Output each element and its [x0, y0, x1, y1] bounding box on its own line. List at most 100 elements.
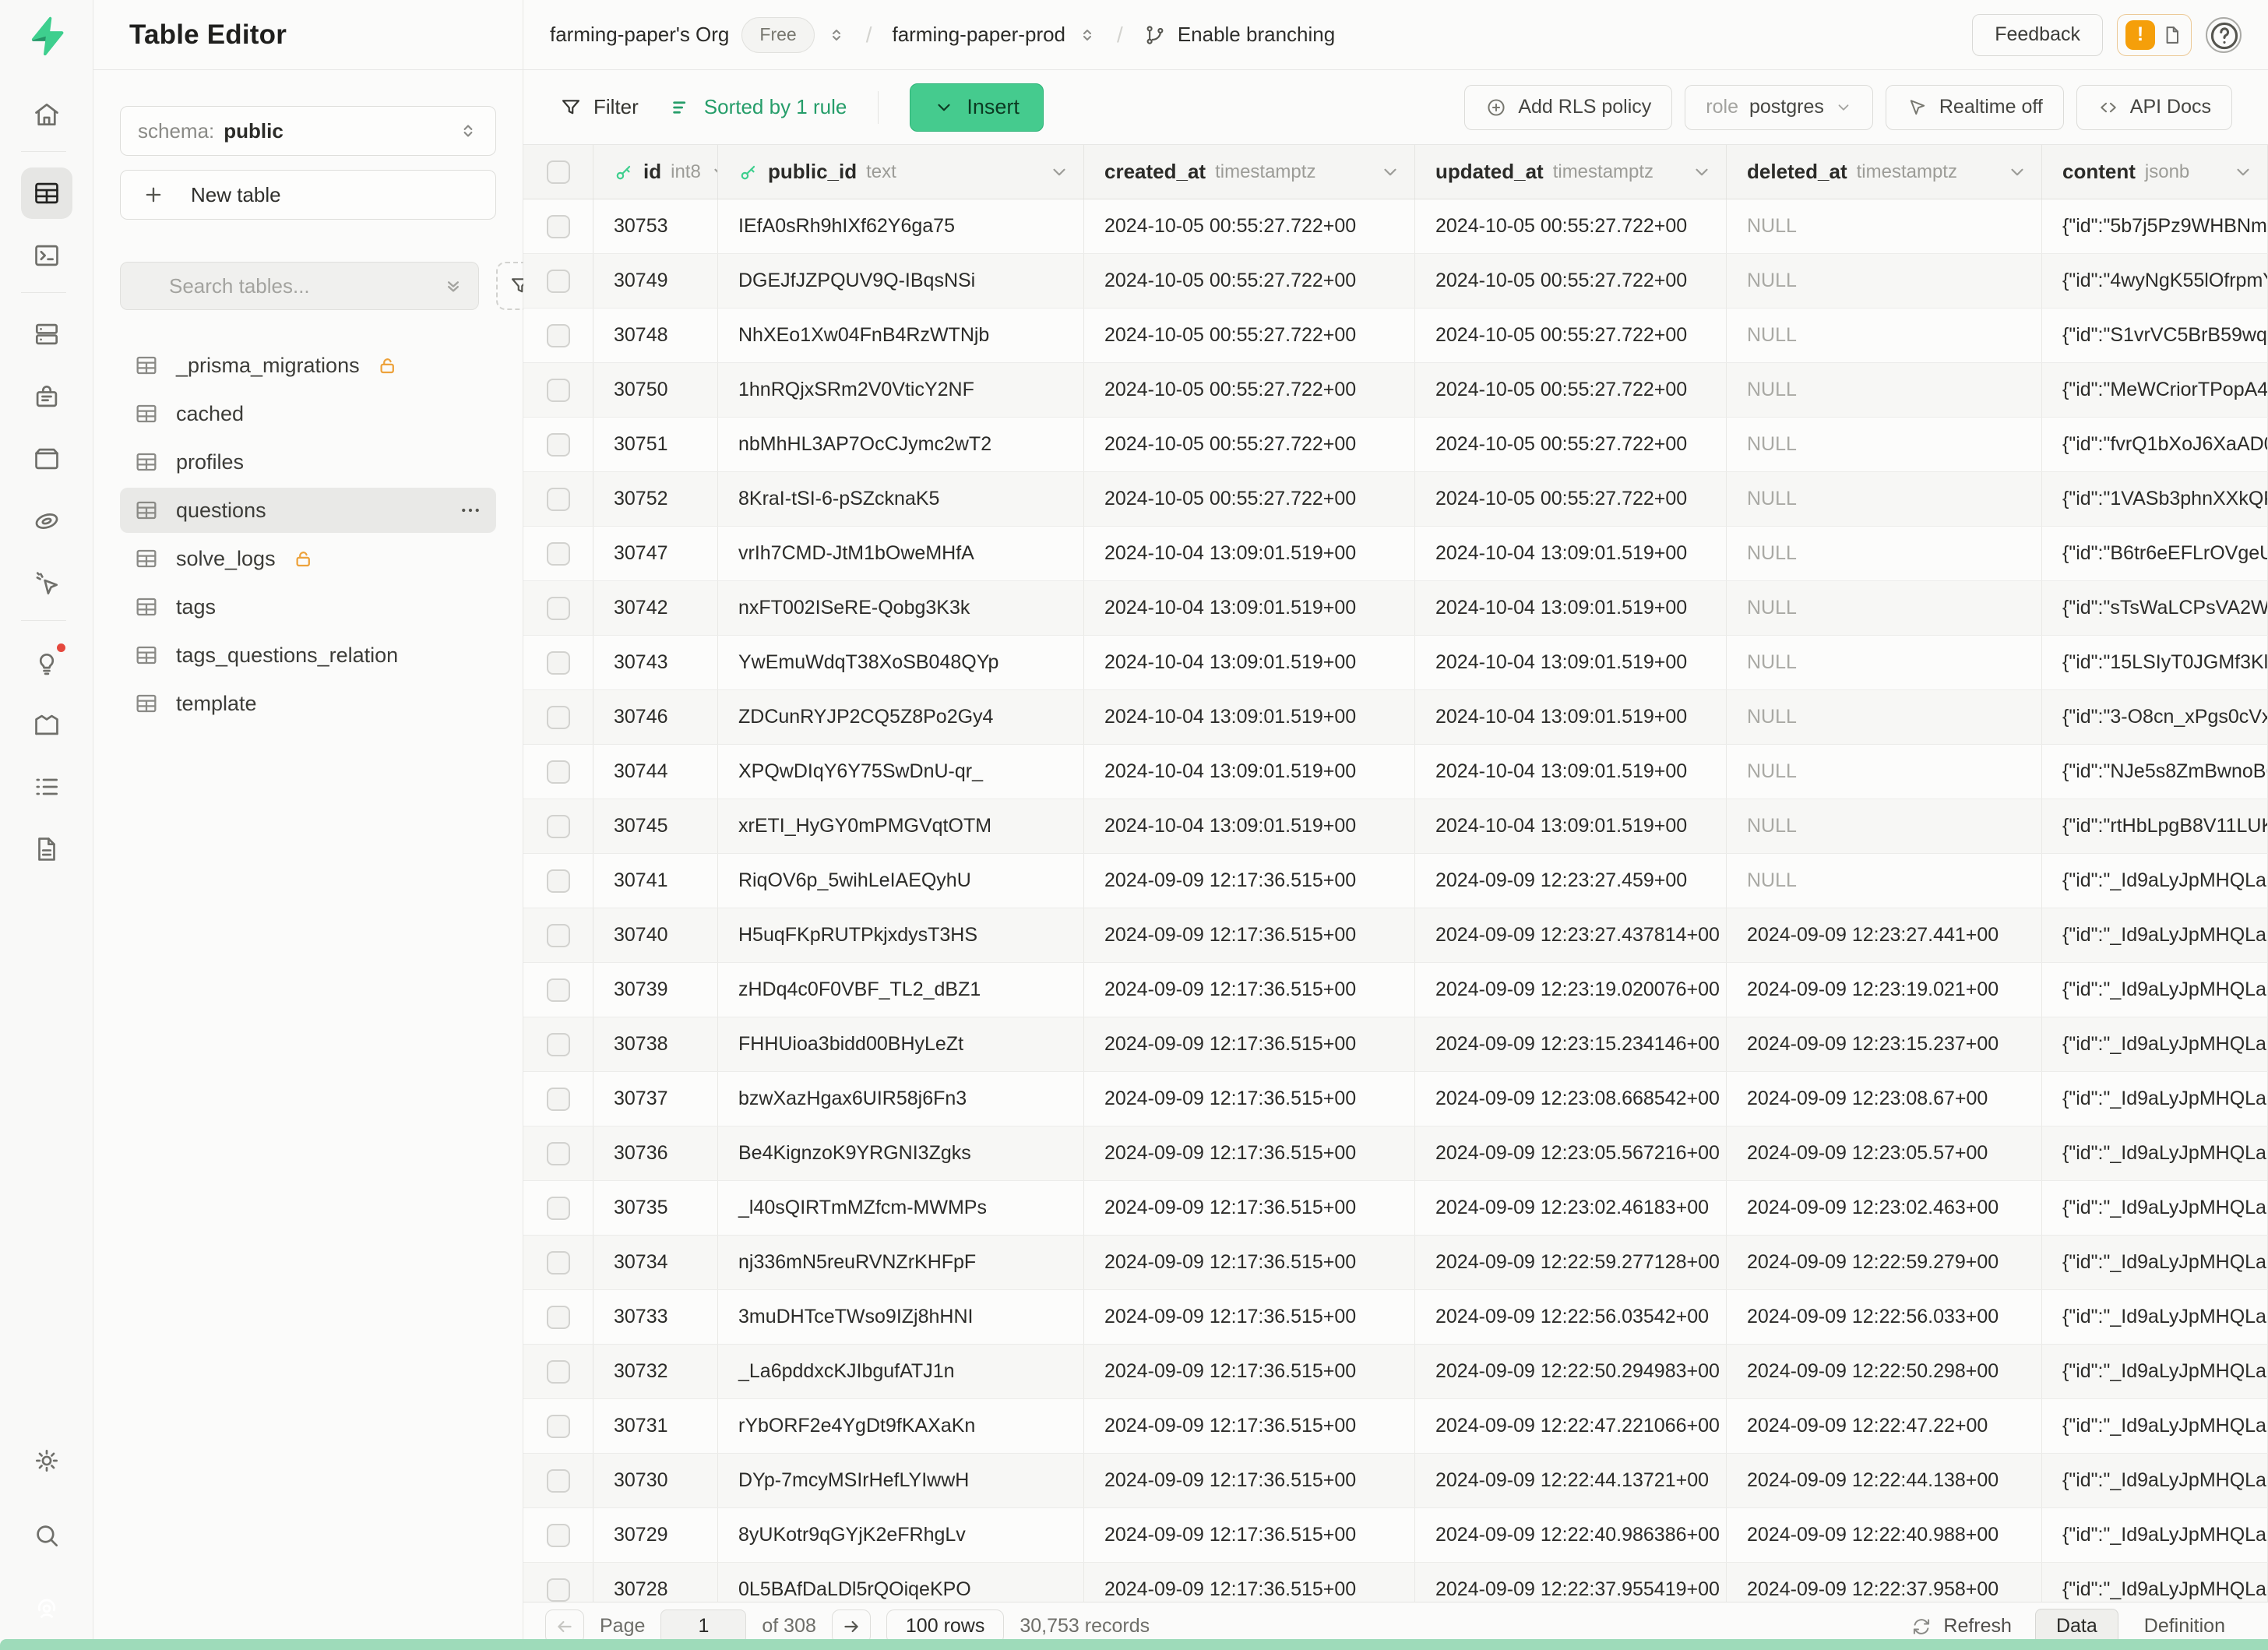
cell-public_id[interactable]: _l40sQIRTmMZfcm-MWMPs	[718, 1181, 1084, 1235]
cell-deleted_at[interactable]: 2024-09-09 12:22:37.958+00	[1727, 1563, 2042, 1602]
rail-item-realtime[interactable]	[21, 558, 72, 609]
rail-item-logs[interactable]	[21, 761, 72, 813]
realtime-toggle-button[interactable]: Realtime off	[1886, 85, 2064, 130]
cell-id[interactable]: 30738	[593, 1017, 718, 1071]
feedback-button[interactable]: Feedback	[1972, 14, 2103, 56]
cell-updated_at[interactable]: 2024-10-04 13:09:01.519+00	[1415, 745, 1727, 799]
cell-id[interactable]: 30739	[593, 963, 718, 1017]
row-checkbox[interactable]	[547, 978, 570, 1002]
cell-id[interactable]: 30737	[593, 1072, 718, 1126]
cell-public_id[interactable]: 8KraI-tSI-6-pSZcknaK5	[718, 472, 1084, 526]
cell-deleted_at[interactable]: NULL	[1727, 308, 2042, 362]
row-checkbox[interactable]	[547, 1251, 570, 1275]
sidebar-table-tags_questions_relation[interactable]: tags_questions_relation	[120, 633, 496, 678]
row-checkbox[interactable]	[547, 815, 570, 838]
cell-updated_at[interactable]: 2024-10-04 13:09:01.519+00	[1415, 799, 1727, 853]
sidebar-table-cached[interactable]: cached	[120, 391, 496, 436]
row-checkbox[interactable]	[547, 1524, 570, 1547]
cell-content[interactable]: {"id":"B6tr6eEFLrOVgeUmH	[2042, 527, 2268, 580]
cell-created_at[interactable]: 2024-09-09 12:17:36.515+00	[1084, 1508, 1415, 1562]
select-all-checkbox[interactable]	[547, 160, 570, 184]
cell-deleted_at[interactable]: NULL	[1727, 854, 2042, 908]
cell-public_id[interactable]: DYp-7mcyMSIrHefLYIwwH	[718, 1454, 1084, 1507]
cell-updated_at[interactable]: 2024-10-05 00:55:27.722+00	[1415, 254, 1727, 308]
cell-deleted_at[interactable]: NULL	[1727, 418, 2042, 471]
cell-created_at[interactable]: 2024-09-09 12:17:36.515+00	[1084, 1290, 1415, 1344]
next-page-button[interactable]	[832, 1609, 871, 1644]
column-header-deleted_at[interactable]: deleted_attimestamptz	[1727, 145, 2042, 199]
cell-public_id[interactable]: 0L5BAfDaLDl5rQOiqeKPO	[718, 1563, 1084, 1602]
schema-select[interactable]: schema: public	[120, 106, 496, 156]
cell-id[interactable]: 30732	[593, 1345, 718, 1398]
rail-item-storage[interactable]	[21, 433, 72, 485]
rail-item-edge-functions[interactable]	[21, 495, 72, 547]
plan-badge[interactable]: Free	[741, 17, 814, 53]
cell-id[interactable]: 30730	[593, 1454, 718, 1507]
cell-created_at[interactable]: 2024-09-09 12:17:36.515+00	[1084, 854, 1415, 908]
column-menu-icon[interactable]	[710, 162, 718, 182]
cell-id[interactable]: 30750	[593, 363, 718, 417]
rail-item-table-editor[interactable]	[21, 167, 72, 219]
column-menu-icon[interactable]	[2233, 162, 2253, 182]
notifications-button[interactable]: !	[2117, 14, 2192, 56]
table-menu-icon[interactable]	[459, 499, 482, 522]
cell-content[interactable]: {"id":"_Id9aLyJpMHQLaiQC	[2042, 1017, 2268, 1071]
cell-public_id[interactable]: rYbORF2e4YgDt9fKAXaKn	[718, 1399, 1084, 1453]
cell-deleted_at[interactable]: NULL	[1727, 527, 2042, 580]
cell-updated_at[interactable]: 2024-09-09 12:23:02.46183+00	[1415, 1181, 1727, 1235]
cell-created_at[interactable]: 2024-09-09 12:17:36.515+00	[1084, 1236, 1415, 1289]
row-checkbox[interactable]	[547, 1088, 570, 1111]
breadcrumb-project[interactable]: farming-paper-prod	[892, 23, 1065, 47]
row-checkbox[interactable]	[547, 1033, 570, 1056]
cell-id[interactable]: 30748	[593, 308, 718, 362]
row-checkbox[interactable]	[547, 1360, 570, 1384]
org-switcher-icon[interactable]	[827, 26, 846, 44]
cell-updated_at[interactable]: 2024-09-09 12:23:19.020076+00	[1415, 963, 1727, 1017]
cell-public_id[interactable]: RiqOV6p_5wihLeIAEQyhU	[718, 854, 1084, 908]
cell-public_id[interactable]: H5uqFKpRUTPkjxdysT3HS	[718, 908, 1084, 962]
cell-deleted_at[interactable]: NULL	[1727, 799, 2042, 853]
search-tables-input[interactable]	[169, 274, 430, 298]
cell-public_id[interactable]: NhXEo1Xw04FnB4RzWTNjb	[718, 308, 1084, 362]
cell-deleted_at[interactable]: 2024-09-09 12:22:47.22+00	[1727, 1399, 2042, 1453]
rail-item-reports[interactable]	[21, 699, 72, 750]
cell-content[interactable]: {"id":"_Id9aLyJpMHQLaiQC	[2042, 1399, 2268, 1453]
cell-id[interactable]: 30742	[593, 581, 718, 635]
row-checkbox[interactable]	[547, 651, 570, 675]
cell-public_id[interactable]: zHDq4c0F0VBF_TL2_dBZ1	[718, 963, 1084, 1017]
cell-id[interactable]: 30746	[593, 690, 718, 744]
cell-public_id[interactable]: xrETI_HyGY0mPMGVqtOTM	[718, 799, 1084, 853]
api-docs-button[interactable]: API Docs	[2076, 85, 2232, 130]
sidebar-table-profiles[interactable]: profiles	[120, 439, 496, 485]
row-checkbox[interactable]	[547, 215, 570, 238]
cell-content[interactable]: {"id":"_Id9aLyJpMHQLaiQC	[2042, 1563, 2268, 1602]
cell-id[interactable]: 30747	[593, 527, 718, 580]
chevrons-down-icon[interactable]	[442, 275, 464, 297]
column-menu-icon[interactable]	[1692, 162, 1712, 182]
row-checkbox[interactable]	[547, 542, 570, 566]
new-table-button[interactable]: New table	[120, 170, 496, 220]
supabase-logo-icon[interactable]	[25, 14, 69, 58]
cell-deleted_at[interactable]: NULL	[1727, 745, 2042, 799]
sidebar-table-template[interactable]: template	[120, 681, 496, 726]
cell-updated_at[interactable]: 2024-09-09 12:23:08.668542+00	[1415, 1072, 1727, 1126]
column-menu-icon[interactable]	[1380, 162, 1400, 182]
cell-created_at[interactable]: 2024-10-05 00:55:27.722+00	[1084, 254, 1415, 308]
cell-content[interactable]: {"id":"15LSIyT0JGMf3Kl4Vn	[2042, 636, 2268, 689]
cell-id[interactable]: 30745	[593, 799, 718, 853]
row-checkbox[interactable]	[547, 706, 570, 729]
cell-deleted_at[interactable]: NULL	[1727, 636, 2042, 689]
column-header-id[interactable]: idint8	[593, 145, 718, 199]
cell-deleted_at[interactable]: NULL	[1727, 472, 2042, 526]
row-checkbox[interactable]	[547, 1142, 570, 1165]
page-number-input[interactable]	[660, 1609, 746, 1644]
horizontal-scrollbar[interactable]	[0, 1639, 2268, 1650]
cell-created_at[interactable]: 2024-10-05 00:55:27.722+00	[1084, 363, 1415, 417]
cell-content[interactable]: {"id":"_Id9aLyJpMHQLaiQC	[2042, 1236, 2268, 1289]
column-menu-icon[interactable]	[1049, 162, 1069, 182]
rail-item-settings[interactable]	[21, 1435, 72, 1486]
row-checkbox[interactable]	[547, 433, 570, 457]
cell-updated_at[interactable]: 2024-09-09 12:22:59.277128+00	[1415, 1236, 1727, 1289]
row-checkbox[interactable]	[547, 1578, 570, 1602]
cell-public_id[interactable]: nj336mN5reuRVNZrKHFpF	[718, 1236, 1084, 1289]
